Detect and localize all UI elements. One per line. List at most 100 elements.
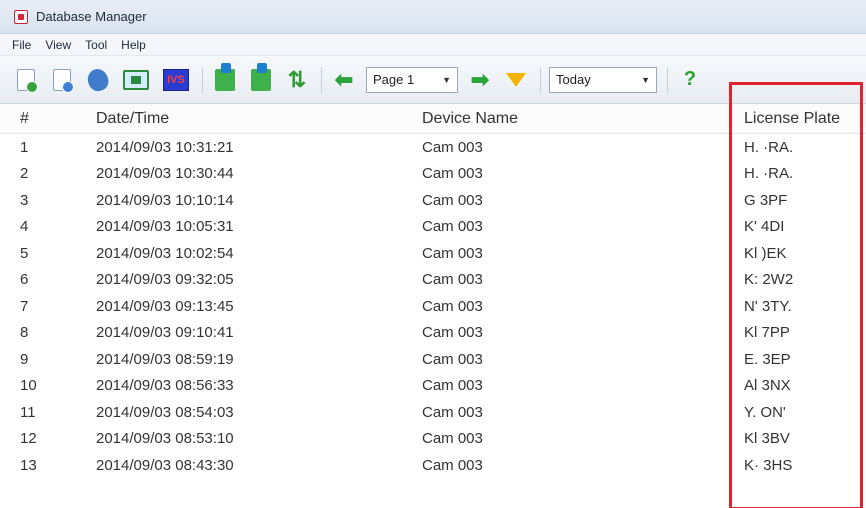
ivs-icon: IVS	[163, 68, 189, 91]
row-number: 5	[20, 244, 29, 262]
new-record-button[interactable]	[12, 66, 40, 94]
row-number: 9	[20, 350, 29, 368]
funnel-icon	[506, 72, 526, 87]
table-row[interactable]: 10 2014/09/03 08:56:33 Cam 003 Al 3NX	[0, 373, 866, 400]
page-select[interactable]: Page 1 ▼	[366, 66, 458, 93]
row-number: 6	[20, 271, 29, 289]
table-row[interactable]: 5 2014/09/03 10:02:54 Cam 003 Kl )EK	[0, 240, 866, 267]
table-row[interactable]: 1 2014/09/03 10:31:21 Cam 003 H. ·RA.	[0, 134, 866, 161]
row-number: 3	[20, 191, 29, 209]
row-license-plate: Kl 3BV	[744, 430, 790, 448]
toolbar-separator	[321, 66, 322, 93]
table-row[interactable]: 6 2014/09/03 09:32:05 Cam 003 K: 2W2	[0, 267, 866, 294]
column-header-number[interactable]: #	[0, 110, 96, 128]
next-page-button[interactable]: ➡	[466, 66, 494, 94]
row-number: 4	[20, 218, 29, 236]
ivs-button[interactable]: IVS	[160, 66, 192, 94]
toolbar: IVS ⇅ ⬅ Page 1 ▼ ➡ Today ▼ ?	[0, 56, 866, 104]
row-number: 2	[20, 165, 29, 183]
row-datetime: 2014/09/03 10:02:54	[96, 244, 234, 262]
menu-view[interactable]: View	[45, 38, 71, 52]
table-row[interactable]: 12 2014/09/03 08:53:10 Cam 003 Kl 3BV	[0, 426, 866, 453]
row-datetime: 2014/09/03 08:43:30	[96, 456, 234, 474]
row-device-name: Cam 003	[422, 403, 483, 421]
row-datetime: 2014/09/03 10:05:31	[96, 218, 234, 236]
row-license-plate: N' 3TY.	[744, 297, 792, 315]
row-device-name: Cam 003	[422, 430, 483, 448]
table-row[interactable]: 7 2014/09/03 09:13:45 Cam 003 N' 3TY.	[0, 293, 866, 320]
row-datetime: 2014/09/03 10:31:21	[96, 138, 234, 156]
toolbar-separator	[667, 66, 668, 93]
row-datetime: 2014/09/03 08:54:03	[96, 403, 234, 421]
date-range-value: Today	[556, 72, 591, 87]
menu-tool[interactable]: Tool	[85, 38, 107, 52]
chevron-down-icon: ▼	[641, 74, 650, 85]
page-select-value: Page 1	[373, 72, 415, 87]
row-license-plate: Al 3NX	[744, 377, 791, 395]
previous-page-button[interactable]: ⬅	[330, 66, 358, 94]
view-toggle-button[interactable]	[120, 66, 152, 94]
row-device-name: Cam 003	[422, 297, 483, 315]
row-license-plate: K' 4DI	[744, 218, 785, 236]
row-license-plate: Kl )EK	[744, 244, 787, 262]
table-row[interactable]: 2 2014/09/03 10:30:44 Cam 003 H. ·RA.	[0, 161, 866, 188]
row-device-name: Cam 003	[422, 350, 483, 368]
row-number: 13	[20, 456, 37, 474]
row-number: 7	[20, 297, 29, 315]
title-bar: Database Manager	[0, 0, 866, 34]
row-device-name: Cam 003	[422, 456, 483, 474]
clear-button[interactable]	[84, 65, 112, 94]
row-number: 1	[20, 138, 29, 156]
import-icon	[215, 62, 235, 91]
import-button[interactable]	[211, 62, 239, 94]
row-license-plate: Y. ON'	[744, 403, 786, 421]
row-device-name: Cam 003	[422, 191, 483, 209]
app-logo-icon	[14, 9, 28, 24]
row-datetime: 2014/09/03 10:10:14	[96, 191, 234, 209]
row-device-name: Cam 003	[422, 324, 483, 342]
help-button[interactable]: ?	[676, 66, 704, 94]
column-header-license-plate[interactable]: License Plate	[730, 110, 866, 128]
menu-help[interactable]: Help	[121, 38, 146, 52]
filter-button[interactable]	[502, 66, 530, 94]
menu-file[interactable]: File	[12, 38, 31, 52]
table-row[interactable]: 13 2014/09/03 08:43:30 Cam 003 K· 3HS	[0, 452, 866, 479]
row-number: 8	[20, 324, 29, 342]
refresh-document-button[interactable]	[48, 66, 76, 94]
arrow-left-icon: ⬅	[334, 66, 354, 92]
chevron-down-icon: ▼	[442, 74, 451, 85]
table-body: 1 2014/09/03 10:31:21 Cam 003 H. ·RA. 2 2014/…	[0, 134, 866, 479]
toolbar-separator	[202, 66, 203, 93]
column-header-datetime[interactable]: Date/Time	[96, 110, 422, 128]
window-title: Database Manager	[36, 9, 147, 24]
row-datetime: 2014/09/03 08:53:10	[96, 430, 234, 448]
row-license-plate: K: 2W2	[744, 271, 794, 289]
table-header: # Date/Time Device Name License Plate	[0, 104, 866, 134]
sync-button[interactable]: ⇅	[283, 66, 311, 94]
date-range-select[interactable]: Today ▼	[549, 66, 657, 93]
table-row[interactable]: 9 2014/09/03 08:59:19 Cam 003 E. 3EP	[0, 346, 866, 373]
table-row[interactable]: 11 2014/09/03 08:54:03 Cam 003 Y. ON'	[0, 399, 866, 426]
help-icon: ?	[683, 68, 697, 90]
export-button[interactable]	[247, 62, 275, 94]
row-license-plate: H. ·RA.	[744, 138, 794, 156]
row-device-name: Cam 003	[422, 271, 483, 289]
row-license-plate: Kl 7PP	[744, 324, 790, 342]
menu-bar: File View Tool Help	[0, 34, 866, 56]
row-datetime: 2014/09/03 09:10:41	[96, 324, 234, 342]
refresh-document-icon	[53, 68, 74, 93]
new-document-icon	[17, 68, 38, 93]
row-license-plate: E. 3EP	[744, 350, 791, 368]
row-license-plate: G 3PF	[744, 191, 788, 209]
table-row[interactable]: 3 2014/09/03 10:10:14 Cam 003 G 3PF	[0, 187, 866, 214]
table-row[interactable]: 8 2014/09/03 09:10:41 Cam 003 Kl 7PP	[0, 320, 866, 347]
row-number: 12	[20, 430, 37, 448]
sync-arrows-icon: ⇅	[287, 66, 307, 92]
row-datetime: 2014/09/03 08:59:19	[96, 350, 234, 368]
toolbar-separator	[540, 66, 541, 93]
table-row[interactable]: 4 2014/09/03 10:05:31 Cam 003 K' 4DI	[0, 214, 866, 241]
row-number: 10	[20, 377, 37, 395]
column-header-device[interactable]: Device Name	[422, 110, 730, 128]
row-license-plate: H. ·RA.	[744, 165, 794, 183]
row-number: 11	[20, 403, 36, 421]
